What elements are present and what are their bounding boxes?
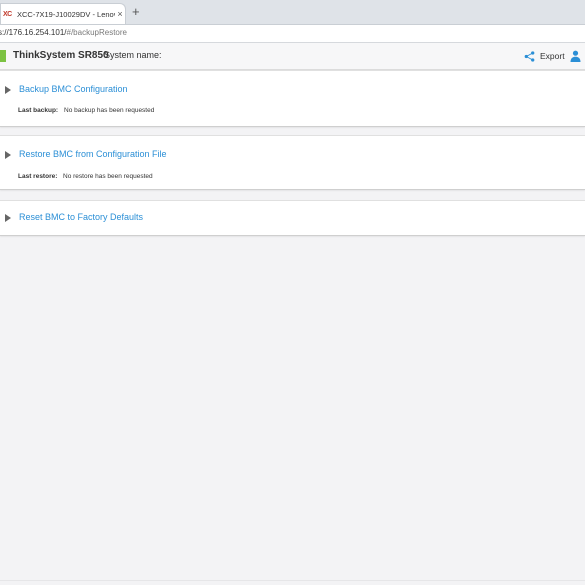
last-restore-label: Last restore: [18,173,58,180]
export-button[interactable]: Export [540,51,565,61]
user-icon[interactable] [570,50,581,62]
xcc-favicon-icon: XC [3,10,12,18]
backup-bmc-configuration-link[interactable]: Backup BMC Configuration [19,84,128,94]
last-restore-value: No restore has been requested [63,173,153,180]
expand-caret-icon[interactable] [5,86,11,94]
backup-section: Backup BMC Configuration Last backup: No… [0,70,585,127]
lenovo-logo-icon [0,50,6,62]
tab-title: XCC-7X19-J10029DV - Lenovo X [17,9,115,19]
app-header: ThinkSystem SR850 System name: Export [0,43,585,70]
expand-caret-icon[interactable] [5,214,11,222]
restore-bmc-link[interactable]: Restore BMC from Configuration File [19,149,167,159]
reset-section: Reset BMC to Factory Defaults [0,200,585,236]
close-tab-icon[interactable]: × [115,9,125,19]
last-backup-label: Last backup: [18,107,59,114]
browser-tab[interactable]: XC XCC-7X19-J10029DV - Lenovo X × [0,3,126,24]
product-name: ThinkSystem SR850 [13,50,109,61]
url-path: #/backupRestore [66,28,127,37]
url-text[interactable]: s://176.16.254.101/#/backupRestore [0,28,127,37]
reset-bmc-factory-defaults-link[interactable]: Reset BMC to Factory Defaults [19,212,143,222]
new-tab-button[interactable]: + [132,5,140,19]
expand-caret-icon[interactable] [5,151,11,159]
share-icon[interactable] [524,51,535,62]
last-backup-value: No backup has been requested [64,107,155,114]
divider [0,580,585,581]
system-name-label: System name: [104,50,162,60]
url-host: s://176.16.254.101/ [0,28,67,37]
restore-section: Restore BMC from Configuration File Last… [0,135,585,190]
address-bar[interactable]: s://176.16.254.101/#/backupRestore [0,25,585,43]
browser-tab-strip: XC XCC-7X19-J10029DV - Lenovo X × + [0,0,585,25]
